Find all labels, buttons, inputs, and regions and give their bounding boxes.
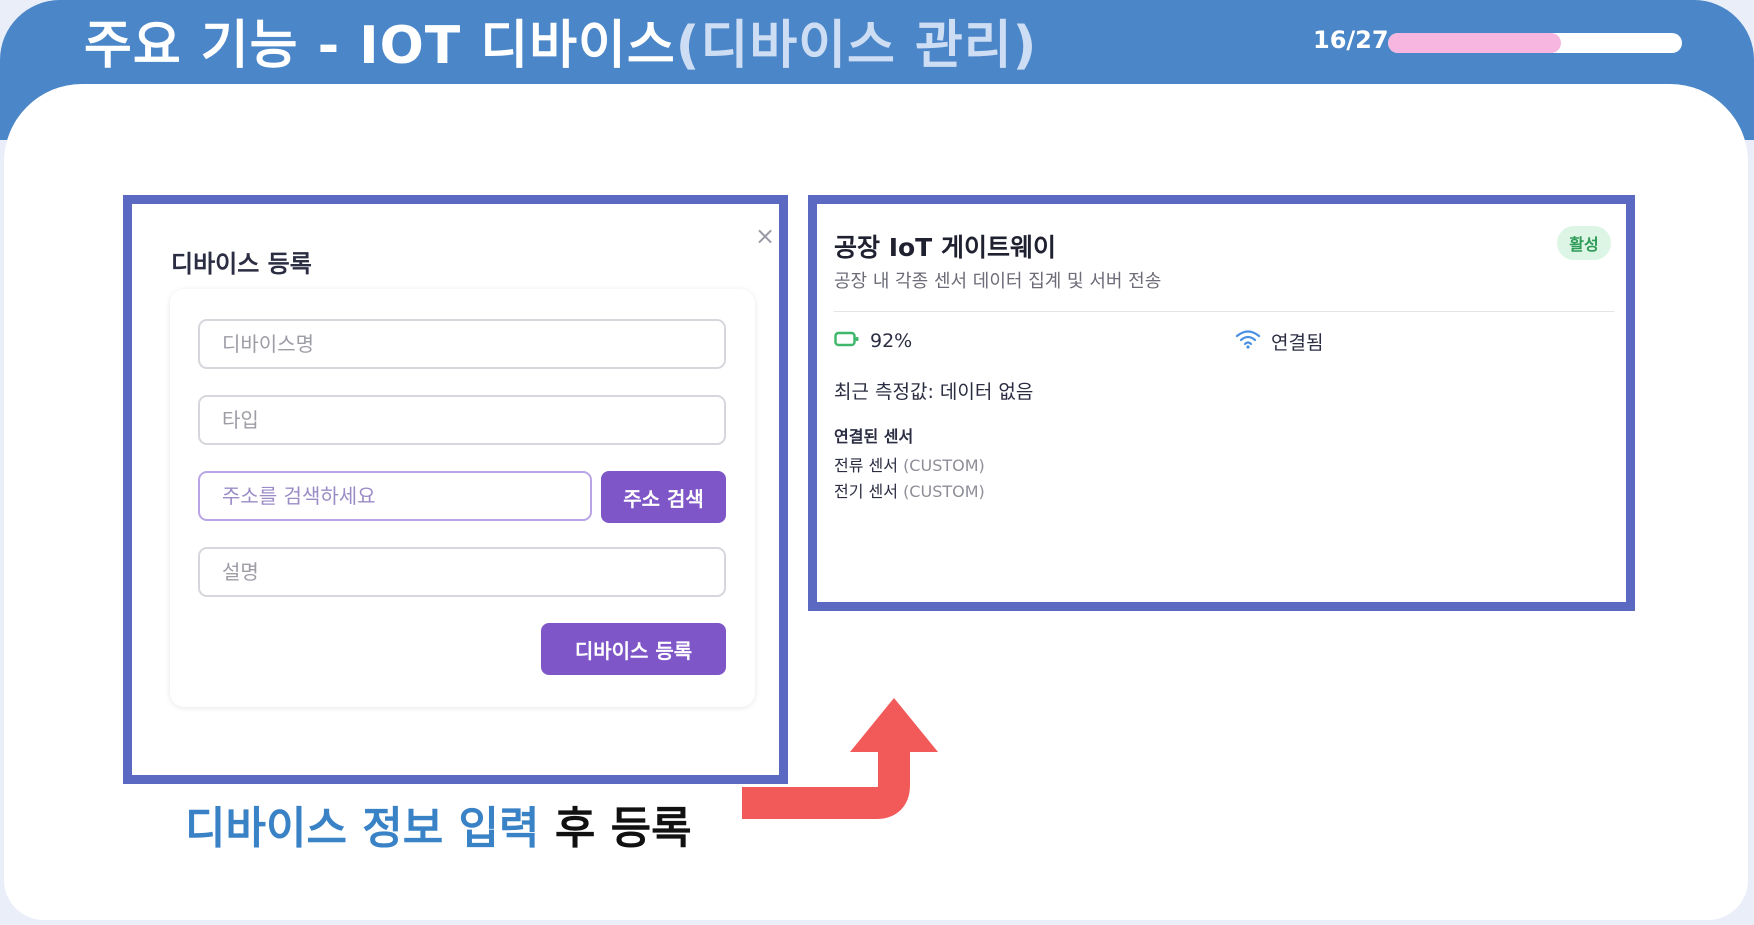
device-type-input[interactable] (198, 395, 726, 445)
page-number: 16/27 (1313, 26, 1389, 54)
registration-modal-frame: 디바이스 등록 × 주소 검색 디바이스 등록 (123, 195, 788, 784)
battery-status: 92% (834, 330, 912, 352)
registration-form: 주소 검색 디바이스 등록 (170, 289, 755, 707)
battery-value: 92% (870, 330, 913, 352)
address-search-button[interactable]: 주소 검색 (601, 471, 726, 523)
address-input[interactable] (198, 471, 592, 521)
device-name-input[interactable] (198, 319, 726, 369)
description-input[interactable] (198, 547, 726, 597)
sensor-name: 전기 센서 (834, 482, 898, 501)
slide-title-main: 주요 기능 - IOT 디바이스 (84, 16, 676, 76)
slide-title-sub: (디바이스 관리) (675, 16, 1038, 76)
connected-sensors-title: 연결된 센서 (834, 427, 914, 446)
recent-measurement: 최근 측정값: 데이터 없음 (834, 381, 1034, 403)
close-icon[interactable]: × (755, 222, 775, 250)
progress-fill (1388, 33, 1562, 53)
battery-icon (834, 330, 860, 352)
sensor-type: (CUSTOM) (903, 482, 985, 501)
status-badge: 활성 (1557, 226, 1611, 260)
caption-rest: 후 등록 (554, 803, 692, 854)
sensor-name: 전류 센서 (834, 456, 898, 475)
wifi-icon (1235, 329, 1261, 354)
device-name: 공장 IoT 게이트웨이 (834, 233, 1056, 262)
device-card-frame: 공장 IoT 게이트웨이 공장 내 각종 센서 데이터 집계 및 서버 전송 활… (808, 195, 1635, 611)
sensor-type: (CUSTOM) (903, 456, 985, 475)
connection-status: 연결됨 (1235, 328, 1323, 355)
modal-title: 디바이스 등록 (171, 250, 312, 278)
device-description: 공장 내 각종 센서 데이터 집계 및 서버 전송 (834, 271, 1162, 292)
divider (834, 311, 1614, 312)
progress-bar (1388, 33, 1682, 53)
caption: 디바이스 정보 입력 후 등록 (185, 792, 692, 856)
sensor-item: 전기 센서 (CUSTOM) (834, 478, 985, 502)
arrow-up-right-icon (742, 698, 938, 819)
sensor-item: 전류 센서 (CUSTOM) (834, 452, 985, 476)
register-device-button[interactable]: 디바이스 등록 (541, 623, 726, 675)
slide-title: 주요 기능 - IOT 디바이스(디바이스 관리) (84, 10, 1037, 82)
connection-label: 연결됨 (1271, 332, 1324, 354)
caption-highlight: 디바이스 정보 입력 (185, 803, 540, 854)
